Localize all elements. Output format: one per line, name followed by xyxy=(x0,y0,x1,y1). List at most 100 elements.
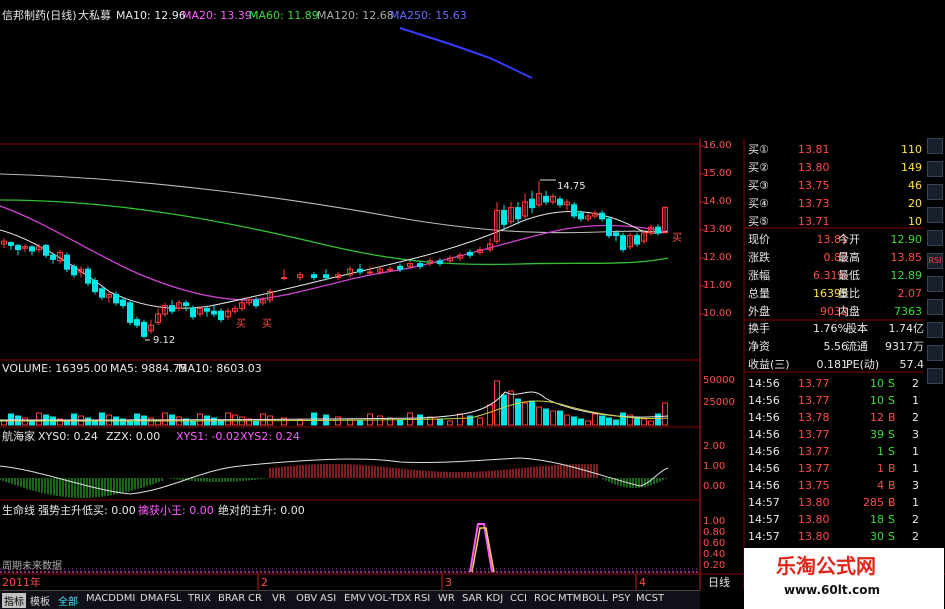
ind1-line xyxy=(0,457,669,495)
toolbar-icon-11[interactable] xyxy=(927,368,943,384)
price-axis-10: 10.00 xyxy=(703,308,732,319)
quote-row-3-cell: 最低 xyxy=(838,269,860,282)
tab-mtm[interactable]: MTM xyxy=(558,593,581,604)
toolbar-icon-3[interactable] xyxy=(927,184,943,200)
volume-bar xyxy=(225,412,231,426)
tab-dma[interactable]: DMA xyxy=(140,593,163,604)
tick-row-2-cell: 13.77 xyxy=(798,394,830,407)
tab-boll[interactable]: BOLL xyxy=(582,593,608,604)
price-axis-13: 13.00 xyxy=(703,224,732,235)
candle-body xyxy=(311,274,317,279)
tab-emv[interactable]: EMV xyxy=(344,593,366,604)
tab-obv[interactable]: OBV xyxy=(296,593,317,604)
candle-body xyxy=(571,204,577,217)
bid-row-5-cell: 13.71 xyxy=(798,215,830,228)
volume-bar xyxy=(148,417,154,426)
tab-rsi[interactable]: RSI xyxy=(414,593,430,604)
bid-row-3-cell: 46 xyxy=(908,179,922,192)
toolbar-icon-1[interactable] xyxy=(927,138,943,154)
date-m2: 2 xyxy=(261,576,268,589)
tab-指标[interactable]: 指标 xyxy=(2,593,26,608)
tab-trix[interactable]: TRIX xyxy=(188,593,211,604)
toolbar-icon-9[interactable] xyxy=(927,322,943,338)
ind2-axis-08: 0.80 xyxy=(703,527,726,538)
tab-asi[interactable]: ASI xyxy=(320,593,336,604)
tab-wr[interactable]: WR xyxy=(438,593,455,604)
tab-brar[interactable]: BRAR xyxy=(218,593,245,604)
candle-body xyxy=(387,268,393,271)
candle-body xyxy=(357,268,363,273)
candle-body xyxy=(85,268,91,284)
volume-bar xyxy=(477,417,483,426)
tab-sar[interactable]: SAR xyxy=(462,593,482,604)
bid-row-1-cell: 买① xyxy=(748,143,769,156)
tick-row-10-cell: 2 xyxy=(912,530,919,543)
period-label[interactable]: 日线 xyxy=(708,576,730,589)
candle-body xyxy=(281,277,287,280)
tab-cr[interactable]: CR xyxy=(248,593,262,604)
stats-row-1-cell: 1.76% xyxy=(813,322,848,335)
tab-dmi[interactable]: DMI xyxy=(116,593,135,604)
tab-fsl[interactable]: FSL xyxy=(164,593,182,604)
candle-body xyxy=(127,302,133,323)
toolbar-icon-4[interactable] xyxy=(927,207,943,223)
volume-bar xyxy=(662,402,668,426)
volume-bar xyxy=(529,400,535,426)
candle-body xyxy=(417,263,423,267)
tick-row-1-cell: 2 xyxy=(912,377,919,390)
low-label: 9.12 xyxy=(153,335,176,346)
candle-body xyxy=(64,254,70,270)
toolbar-icon-10[interactable] xyxy=(927,345,943,361)
tab-kdj[interactable]: KDJ xyxy=(486,593,503,604)
toolbar-icon-6[interactable]: RSI xyxy=(927,253,943,269)
tick-row-9-cell: 13.80 xyxy=(798,513,830,526)
quote-row-4: 总量 16395 量比 2.07 xyxy=(746,285,924,303)
vol-axis-50000: 50000 xyxy=(703,375,735,386)
candle-body xyxy=(655,226,661,234)
tab-cci[interactable]: CCI xyxy=(510,593,527,604)
tab-macd[interactable]: MACD xyxy=(86,593,116,604)
quote-row-3: 涨幅 6.31% 最低 12.89 xyxy=(746,267,924,285)
watermark-line1: 乐淘公式网 xyxy=(776,554,876,578)
toolbar-icon-7[interactable] xyxy=(927,276,943,292)
quote-row-5: 外盘 9032 内盘 7363 xyxy=(746,303,924,321)
candle-body xyxy=(529,198,535,209)
tab-vr[interactable]: VR xyxy=(272,593,286,604)
tab-psy[interactable]: PSY xyxy=(612,593,631,604)
toolbar-icon-2[interactable] xyxy=(927,161,943,177)
candle-body xyxy=(578,212,584,220)
stats-row-2-cell: 流通 xyxy=(846,340,868,353)
ind2-axis-04: 0.40 xyxy=(703,549,726,560)
date-m4: 4 xyxy=(639,576,646,589)
tick-row-1-cell: 10 xyxy=(870,377,884,390)
quote-row-1: 现价 13.81 今开 12.90 xyxy=(746,231,924,249)
tab-roc[interactable]: ROC xyxy=(534,593,556,604)
tick-row-6-cell: 1 xyxy=(877,462,884,475)
quote-row-5-cell: 7363 xyxy=(894,305,922,318)
volume-bar xyxy=(641,418,647,426)
tab-全部[interactable]: 全部 xyxy=(58,593,78,608)
volume-bar xyxy=(457,413,463,426)
bid-row-3-cell: 买③ xyxy=(748,179,769,192)
toolbar-icon-5[interactable] xyxy=(927,230,943,246)
tick-row-3: 14:56 13.78 12 B 2 xyxy=(746,409,924,427)
ind1-name: 航海家 xyxy=(2,430,35,443)
candle-body xyxy=(183,302,189,307)
tab-模板[interactable]: 模板 xyxy=(30,593,50,608)
bid-row-5-cell: 买⑤ xyxy=(748,215,769,228)
ind2-a: 强势主升低买: 0.00 xyxy=(38,504,136,517)
watermark-line2: www.60lt.com xyxy=(784,583,881,597)
buy-signal-2: 买 xyxy=(262,319,272,330)
stats-row-2: 净资 5.56 流通 9317万 xyxy=(746,338,924,356)
volume-bars xyxy=(1,380,668,426)
toolbar-icon-8[interactable] xyxy=(927,299,943,315)
candle-body xyxy=(15,244,21,251)
tick-row-1: 14:56 13.77 10 S 2 xyxy=(746,375,924,393)
tab-mcst[interactable]: MCST xyxy=(636,593,664,604)
tick-row-5: 14:56 13.77 1 S 1 xyxy=(746,443,924,461)
tab-vol-tdx[interactable]: VOL-TDX xyxy=(368,593,411,604)
stats-row-3-cell: 0.181 xyxy=(816,358,849,371)
quote-row-4-cell: 2.07 xyxy=(897,287,923,300)
ind1-zzx: ZZX: 0.00 xyxy=(106,430,161,443)
tick-row-8-cell: 285 xyxy=(863,496,884,509)
